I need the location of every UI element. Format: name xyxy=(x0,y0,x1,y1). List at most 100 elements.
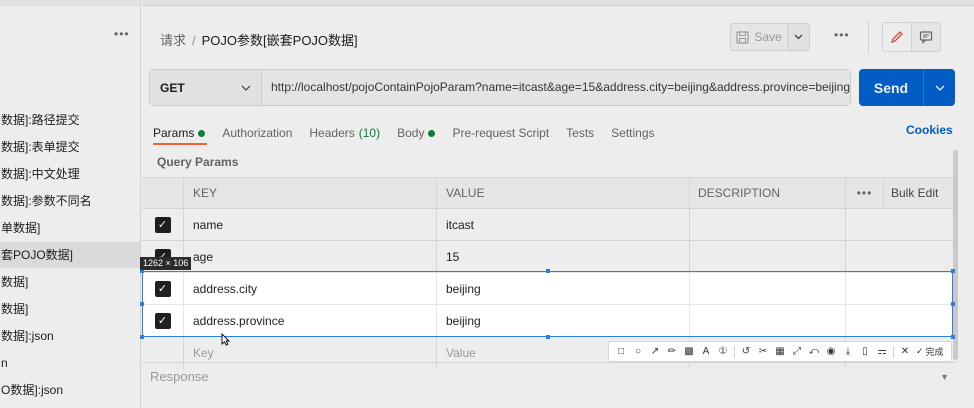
mosaic-tool-icon[interactable]: ▩ xyxy=(681,343,697,360)
param-description-input[interactable] xyxy=(690,209,846,240)
request-tab-strip xyxy=(142,0,974,6)
done-button[interactable]: ✓ 完成 xyxy=(916,345,944,358)
pencil-icon xyxy=(890,31,903,44)
param-value-input[interactable]: itcast xyxy=(437,209,690,240)
expand-icon: ▼ xyxy=(940,371,949,382)
param-value-input[interactable]: beijing xyxy=(437,305,690,336)
sidebar-item[interactable]: 数据]:中文处理 xyxy=(0,161,140,187)
capture-toolbar: □ ○ ↗ ✏ ▩ A ① ↺ ✂ ▦ ⤢ ⤺ ◉ ⤓ ▯ ⚎ ✕ ✓ 完成 xyxy=(608,341,952,362)
param-description-input[interactable] xyxy=(690,273,846,304)
row-checkbox[interactable]: ✓ xyxy=(154,312,171,329)
tab-settings[interactable]: Settings xyxy=(611,123,654,143)
toolbar-separator xyxy=(893,345,894,358)
tab-pre-request-script[interactable]: Pre-request Script xyxy=(452,123,549,143)
sidebar-item[interactable]: 数据] xyxy=(0,269,140,295)
status-dot-icon xyxy=(198,129,206,137)
active-tab-indicator xyxy=(153,143,207,145)
save-icon xyxy=(736,30,749,44)
tab-authorization[interactable]: Authorization xyxy=(222,123,292,143)
sidebar-item[interactable]: n xyxy=(0,350,140,376)
param-key-input[interactable]: age xyxy=(184,241,437,272)
table-row: ✓ address.city beijing xyxy=(142,273,954,305)
row-check-cell: ✓ xyxy=(142,209,184,240)
capture-size-label: 1262 × 106 xyxy=(140,257,192,270)
param-key-input[interactable]: address.province xyxy=(184,305,437,336)
record-icon[interactable]: ◉ xyxy=(823,343,839,360)
mouse-cursor-icon xyxy=(221,333,230,346)
row-check-cell: ✓ xyxy=(142,305,184,336)
chevron-down-icon xyxy=(935,85,944,91)
tab-body[interactable]: Body xyxy=(397,123,436,143)
sidebar-item[interactable]: 数据]:路径提交 xyxy=(0,107,140,133)
edit-button[interactable] xyxy=(882,22,912,52)
arrow-tool-icon[interactable]: ↗ xyxy=(647,343,663,360)
send-button-group: Send xyxy=(859,69,955,106)
row-checkbox[interactable]: ✓ xyxy=(154,216,171,233)
breadcrumb-parent[interactable]: 请求 xyxy=(160,33,186,48)
param-value-input[interactable]: 15 xyxy=(437,241,690,272)
column-options-button[interactable]: ••• xyxy=(846,178,884,208)
save-button[interactable]: Save xyxy=(730,23,788,51)
sidebar-item[interactable]: O数据]:json xyxy=(0,377,140,403)
table-row: ✓age15 xyxy=(142,241,954,273)
param-key-input[interactable]: address.city xyxy=(184,273,437,304)
request-more-button[interactable]: ••• xyxy=(834,28,850,42)
request-tabs: Params Authorization Headers (10) Body Pre-re… xyxy=(153,123,672,143)
download-icon[interactable]: ⤓ xyxy=(840,343,856,360)
number-tool-icon[interactable]: ① xyxy=(715,343,731,360)
send-button[interactable]: Send xyxy=(859,69,923,106)
sidebar-item[interactable]: 单数据] xyxy=(0,215,140,241)
undo-icon[interactable]: ↺ xyxy=(738,343,754,360)
row-check-cell: ✓ xyxy=(142,273,184,304)
expand-capture-icon[interactable]: ⤢ xyxy=(789,343,805,360)
param-description-input[interactable] xyxy=(690,241,846,272)
scissors-icon[interactable]: ✂ xyxy=(755,343,771,360)
header-check-cell xyxy=(142,178,184,208)
sidebar-item[interactable]: 数据]:参数不同名 xyxy=(0,188,140,214)
sidebar-item[interactable]: 套POJO数据] xyxy=(0,242,140,268)
ellipse-tool-icon[interactable]: ○ xyxy=(630,343,646,360)
tab-headers[interactable]: Headers (10) xyxy=(309,123,380,143)
send-options-button[interactable] xyxy=(923,69,955,106)
param-description-input[interactable] xyxy=(690,305,846,336)
cookies-link[interactable]: Cookies xyxy=(906,123,953,137)
method-select[interactable]: GET xyxy=(150,70,262,105)
ocr-icon[interactable]: ▦ xyxy=(772,343,788,360)
pin-icon[interactable]: ⤺ xyxy=(806,343,822,360)
table-row: ✓ name itcast xyxy=(142,209,954,241)
table-header-row: KEY VALUE DESCRIPTION ••• Bulk Edit xyxy=(142,177,954,209)
rectangle-tool-icon[interactable]: □ xyxy=(613,343,629,360)
row-checkbox[interactable]: ✓ xyxy=(154,280,171,297)
tab-label: Authorization xyxy=(222,126,293,140)
save-options-button[interactable] xyxy=(788,23,810,51)
toolbar-separator xyxy=(734,345,735,358)
tab-params[interactable]: Params xyxy=(153,123,206,143)
phone-icon[interactable]: ▯ xyxy=(857,343,873,360)
param-row-list: ✓ nameitcast✓age15 ✓ address.citybeijing ✓ ad… xyxy=(142,209,954,337)
page-title[interactable]: POJO参数[嵌套POJO数据] xyxy=(202,33,358,48)
comments-button[interactable] xyxy=(911,22,941,52)
comment-icon xyxy=(919,31,933,44)
bulk-edit-button[interactable]: Bulk Edit xyxy=(884,178,954,208)
header-divider xyxy=(868,20,869,54)
sidebar-more-button[interactable]: ••• xyxy=(114,27,130,41)
tab-label: Params xyxy=(153,126,195,140)
param-key-input[interactable]: name xyxy=(184,209,437,240)
sidebar-item[interactable]: 数据]:json xyxy=(0,323,140,349)
url-input[interactable]: http://localhost/pojoContainPojoParam?na… xyxy=(262,70,850,105)
sidebar-item[interactable]: 数据]:表单提交 xyxy=(0,134,140,160)
sidebar-item[interactable]: 数据] xyxy=(0,296,140,322)
chevron-down-icon xyxy=(241,85,251,91)
pen-tool-icon[interactable]: ✏ xyxy=(664,343,680,360)
breadcrumb: 请求 / POJO参数[嵌套POJO数据] xyxy=(160,30,358,49)
bookmark-icon[interactable]: ⚎ xyxy=(874,343,890,360)
status-dot-icon xyxy=(428,129,436,137)
response-title: Response xyxy=(150,369,209,384)
param-value-input[interactable]: beijing xyxy=(437,273,690,304)
close-icon[interactable]: ✕ xyxy=(897,343,913,360)
tab-tests[interactable]: Tests xyxy=(566,123,594,143)
vertical-scrollbar[interactable] xyxy=(953,150,958,360)
text-tool-icon[interactable]: A xyxy=(698,343,714,360)
tab-label: Headers xyxy=(309,126,355,140)
response-pane-header[interactable]: Response ▼ xyxy=(142,362,957,390)
